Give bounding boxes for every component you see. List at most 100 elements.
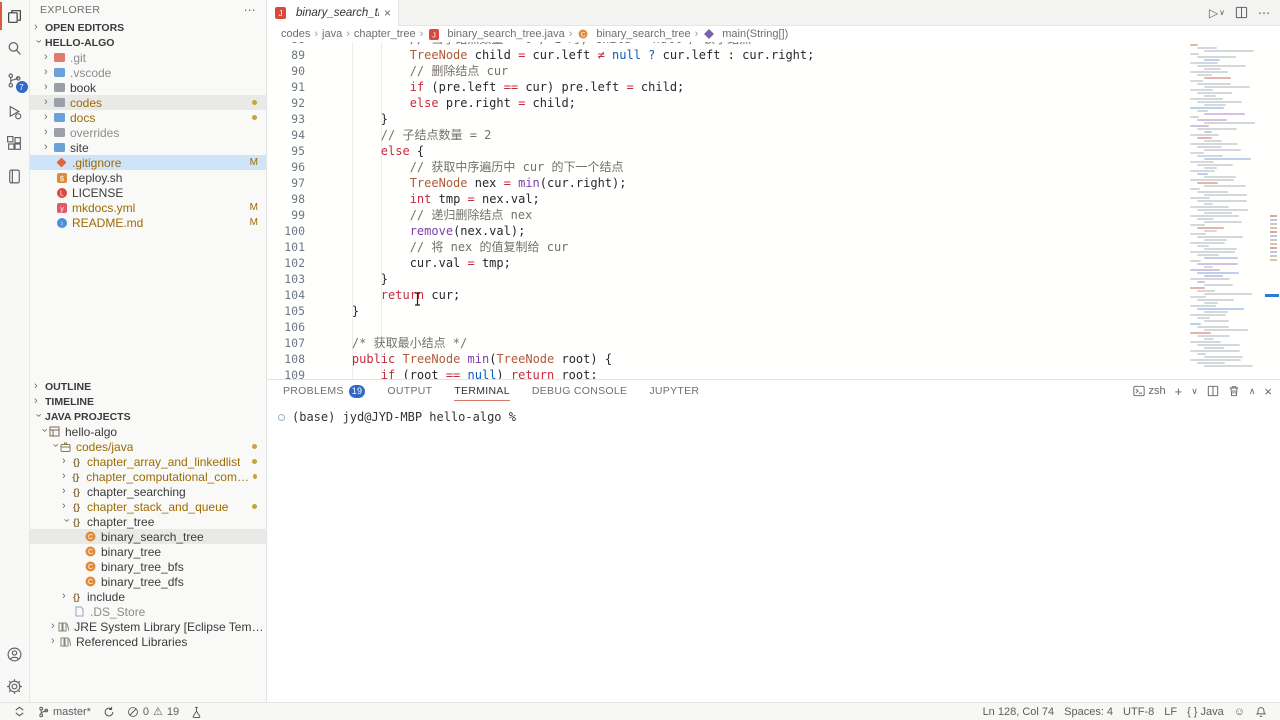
- code-line-93[interactable]: 93 }: [267, 111, 1184, 127]
- split-terminal-icon[interactable]: [1207, 385, 1219, 397]
- code-line-100[interactable]: 100 remove(nex.val);: [267, 223, 1184, 239]
- explorer-item--git[interactable]: › .git: [30, 50, 266, 65]
- more-actions-icon[interactable]: ⋯: [1258, 6, 1270, 20]
- java-project-item-binary-tree-dfs[interactable]: C binary_tree_dfs: [30, 574, 266, 589]
- tasks-status[interactable]: [186, 703, 207, 720]
- java-project-item-hello-algo[interactable]: › hello-algo: [30, 424, 266, 439]
- feedback-smiley-icon[interactable]: ☺: [1229, 703, 1250, 720]
- code-line-96[interactable]: 96 // 获取中序遍历中 cur 的下一个结点: [267, 159, 1184, 175]
- code-line-106[interactable]: 106: [267, 319, 1184, 335]
- java-project-item-include[interactable]: ›{} include: [30, 589, 266, 604]
- explorer-item-overrides[interactable]: › overrides: [30, 125, 266, 140]
- code-line-109[interactable]: 109 if (root == null) return root;: [267, 367, 1184, 379]
- java-project-item-chapter-searching[interactable]: ›{} chapter_searching: [30, 484, 266, 499]
- account-icon[interactable]: [0, 638, 30, 670]
- status-language-mode[interactable]: { } Java: [1182, 703, 1229, 720]
- breadcrumb-item[interactable]: chapter_tree: [354, 28, 416, 40]
- java-project-item-codes-java[interactable]: › codes/java: [30, 439, 266, 454]
- sync-status[interactable]: [98, 703, 120, 720]
- panel-tab-debug-console[interactable]: DEBUG CONSOLE: [532, 380, 628, 402]
- java-project-item-binary-search-tree[interactable]: C binary_search_tree: [30, 529, 266, 544]
- maximize-panel-icon[interactable]: ∧: [1249, 386, 1256, 397]
- split-editor-icon[interactable]: [1235, 6, 1248, 19]
- code-line-99[interactable]: 99 // 递归删除结点 nex: [267, 207, 1184, 223]
- overview-ruler[interactable]: [1264, 42, 1280, 379]
- java-project-item-chapter-tree[interactable]: ›{} chapter_tree: [30, 514, 266, 529]
- run-debug-icon[interactable]: [0, 96, 30, 128]
- explorer-item-book[interactable]: › book: [30, 80, 266, 95]
- explorer-item-readme-md[interactable]: i README.md M: [30, 215, 266, 230]
- tab-binary-search-tree[interactable]: J binary_search_tree.java ×: [267, 0, 399, 26]
- status-cursor-position[interactable]: Ln 128, Col 74: [978, 703, 1060, 720]
- code-line-98[interactable]: 98 int tmp = nex.val;: [267, 191, 1184, 207]
- panel-tab-terminal[interactable]: TERMINAL: [454, 380, 510, 402]
- remote-indicator[interactable]: [8, 703, 31, 720]
- breadcrumb-item[interactable]: Jbinary_search_tree.java: [427, 28, 564, 41]
- settings-gear-icon[interactable]: [0, 670, 30, 702]
- run-dropdown-icon[interactable]: ∨: [1219, 8, 1225, 17]
- explorer-item-license[interactable]: L LICENSE: [30, 185, 266, 200]
- search-icon[interactable]: [0, 32, 30, 64]
- code-line-97[interactable]: 97 TreeNode nex = min(cur.right);: [267, 175, 1184, 191]
- breadcrumb-item[interactable]: codes: [281, 28, 310, 40]
- extensions-icon[interactable]: [0, 128, 30, 160]
- java-project-item-referenced-libraries[interactable]: › Referenced Libraries: [30, 634, 266, 649]
- java-project-item-chapter-array-and-linkedlist[interactable]: ›{} chapter_array_and_linkedlist: [30, 454, 266, 469]
- explorer-item-deploy-sh[interactable]: $ deploy.sh: [30, 170, 266, 185]
- explorer-item--vscode[interactable]: › .vscode: [30, 65, 266, 80]
- code-line-102[interactable]: 102 cur.val = tmp;: [267, 255, 1184, 271]
- close-panel-icon[interactable]: ×: [1264, 384, 1272, 399]
- tab-close-icon[interactable]: ×: [384, 6, 391, 20]
- code-line-101[interactable]: 101 // 将 nex 的值复制给 cur: [267, 239, 1184, 255]
- java-project-item-jre-system-library-eclipse-temurin-17-17-[interactable]: › JRE System Library [Eclipse Temurin 17…: [30, 619, 266, 634]
- explorer-item-docs[interactable]: › docs: [30, 110, 266, 125]
- timeline-section[interactable]: › TIMELINE: [30, 394, 266, 409]
- notebook-icon[interactable]: [0, 160, 30, 192]
- code-line-108[interactable]: 108 public TreeNode min(TreeNode root) {: [267, 351, 1184, 367]
- code-line-91[interactable]: 91 if (pre.left == cur) pre.left = child…: [267, 79, 1184, 95]
- notifications-bell-icon[interactable]: [1250, 703, 1272, 720]
- code-line-90[interactable]: 90 // 删除结点 cur: [267, 63, 1184, 79]
- terminal-shell-picker[interactable]: zsh: [1133, 385, 1166, 397]
- code-line-107[interactable]: 107 /* 获取最小结点 */: [267, 335, 1184, 351]
- breadcrumb-item[interactable]: Cbinary_search_tree: [576, 28, 690, 41]
- explorer-more-actions-icon[interactable]: ⋯: [244, 3, 256, 17]
- java-project-item-chapter-stack-and-queue[interactable]: ›{} chapter_stack_and_queue: [30, 499, 266, 514]
- code-line-92[interactable]: 92 else pre.right = child;: [267, 95, 1184, 111]
- minimap[interactable]: [1190, 44, 1264, 379]
- explorer-item-codes[interactable]: › codes: [30, 95, 266, 110]
- code-line-89[interactable]: 89 TreeNode child = cur.left ≠ null ? cu…: [267, 47, 1184, 63]
- project-section-hello-algo[interactable]: › HELLO-ALGO: [30, 35, 266, 50]
- code-line-95[interactable]: 95 else {: [267, 143, 1184, 159]
- status-indentation[interactable]: Spaces: 4: [1059, 703, 1118, 720]
- panel-tab-output[interactable]: OUTPUT: [387, 380, 432, 402]
- terminal-dropdown-icon[interactable]: ∨: [1191, 386, 1198, 397]
- java-project-item-binary-tree-bfs[interactable]: C binary_tree_bfs: [30, 559, 266, 574]
- kill-terminal-icon[interactable]: [1228, 385, 1240, 397]
- code-line-94[interactable]: 94 // 子结点数量 = 2: [267, 127, 1184, 143]
- status-eol[interactable]: LF: [1159, 703, 1182, 720]
- git-branch-status[interactable]: master*: [33, 703, 96, 720]
- source-control-icon[interactable]: 7: [0, 64, 30, 96]
- java-projects-section[interactable]: › JAVA PROJECTS: [30, 409, 266, 424]
- java-project-item-binary-tree[interactable]: C binary_tree: [30, 544, 266, 559]
- code-editor[interactable]: 88 // 当子结点数量 = 0 / 1 时, child = null / 该…: [267, 42, 1280, 379]
- java-project-item-chapter-computational-complexity[interactable]: ›{} chapter_computational_complexity: [30, 469, 266, 484]
- code-line-105[interactable]: 105 }: [267, 303, 1184, 319]
- code-line-103[interactable]: 103 }: [267, 271, 1184, 287]
- explorer-icon[interactable]: [0, 0, 30, 32]
- code-line-104[interactable]: 104 return cur;: [267, 287, 1184, 303]
- open-editors-section[interactable]: › OPEN EDITORS: [30, 20, 266, 35]
- breadcrumb-item[interactable]: java: [322, 28, 342, 40]
- run-button[interactable]: ▷ ∨: [1209, 6, 1225, 20]
- explorer-item-site[interactable]: › site: [30, 140, 266, 155]
- panel-tab-jupyter[interactable]: JUPYTER: [649, 380, 699, 402]
- terminal[interactable]: (base) jyd@JYD-MBP hello-algo %: [267, 402, 1280, 702]
- outline-section[interactable]: › OUTLINE: [30, 379, 266, 394]
- status-encoding[interactable]: UTF-8: [1118, 703, 1159, 720]
- explorer-item--gitignore[interactable]: .gitignore M: [30, 155, 266, 170]
- new-terminal-icon[interactable]: +: [1175, 384, 1183, 399]
- breadcrumb-item[interactable]: main(String[]): [702, 28, 788, 41]
- explorer-item-mkdocs-yml[interactable]: y mkdocs.yml M: [30, 200, 266, 215]
- problems-status[interactable]: 0 ⚠ 19: [122, 703, 184, 720]
